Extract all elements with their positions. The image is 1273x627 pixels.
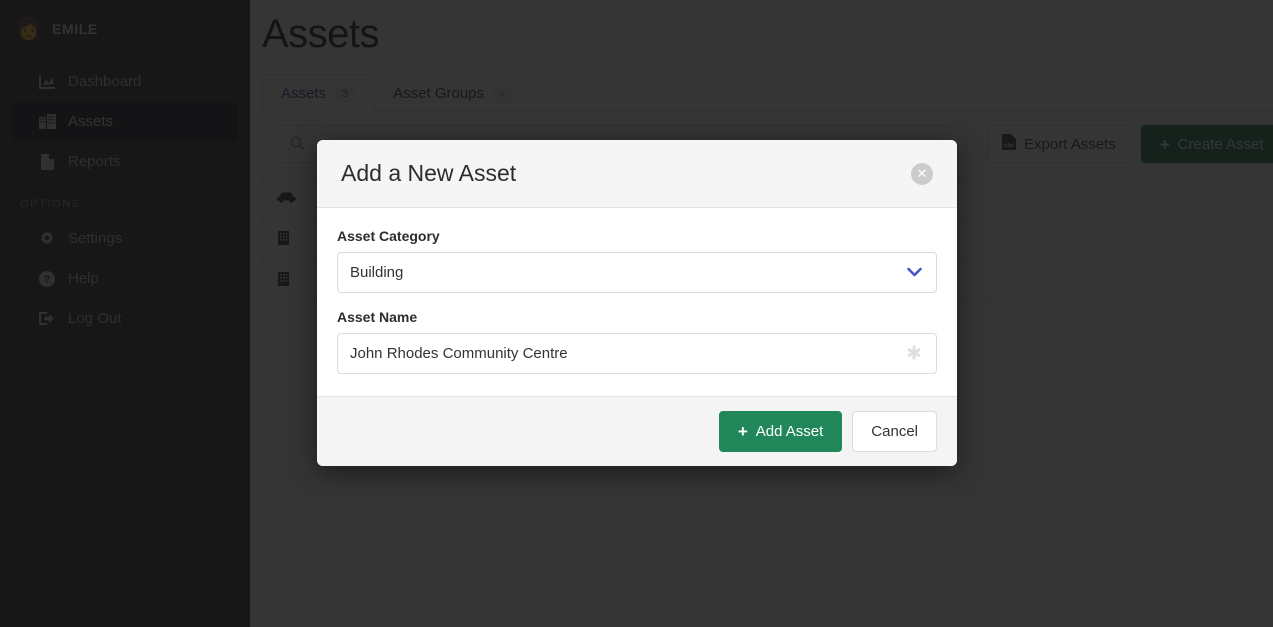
asset-category-value: Building: [350, 264, 404, 281]
asset-category-field: Asset Category Building: [337, 228, 937, 293]
asterisk-icon: ✱: [906, 343, 922, 364]
asset-category-select[interactable]: Building: [337, 252, 937, 293]
asset-name-field: Asset Name John Rhodes Community Centre …: [337, 309, 937, 374]
asset-name-value: John Rhodes Community Centre: [350, 345, 568, 362]
plus-icon: +: [737, 422, 748, 441]
add-asset-label: Add Asset: [755, 423, 824, 440]
app-root: 👩 EMILE Dashboard Assets: [0, 0, 1273, 627]
chevron-down-icon: [907, 265, 922, 280]
modal-header: Add a New Asset ✕: [317, 140, 957, 208]
add-asset-modal: Add a New Asset ✕ Asset Category Buildin…: [317, 140, 957, 466]
asset-name-label: Asset Name: [337, 309, 418, 325]
asset-category-label: Asset Category: [337, 228, 440, 244]
close-icon[interactable]: ✕: [911, 162, 933, 185]
add-asset-button[interactable]: + Add Asset: [718, 411, 843, 452]
modal-footer: + Add Asset Cancel: [317, 396, 957, 466]
asset-name-input[interactable]: John Rhodes Community Centre ✱: [337, 333, 937, 374]
cancel-button[interactable]: Cancel: [852, 411, 937, 452]
cancel-label: Cancel: [871, 423, 918, 440]
modal-body: Asset Category Building Asset Name John …: [317, 208, 957, 396]
modal-title: Add a New Asset: [341, 160, 517, 186]
